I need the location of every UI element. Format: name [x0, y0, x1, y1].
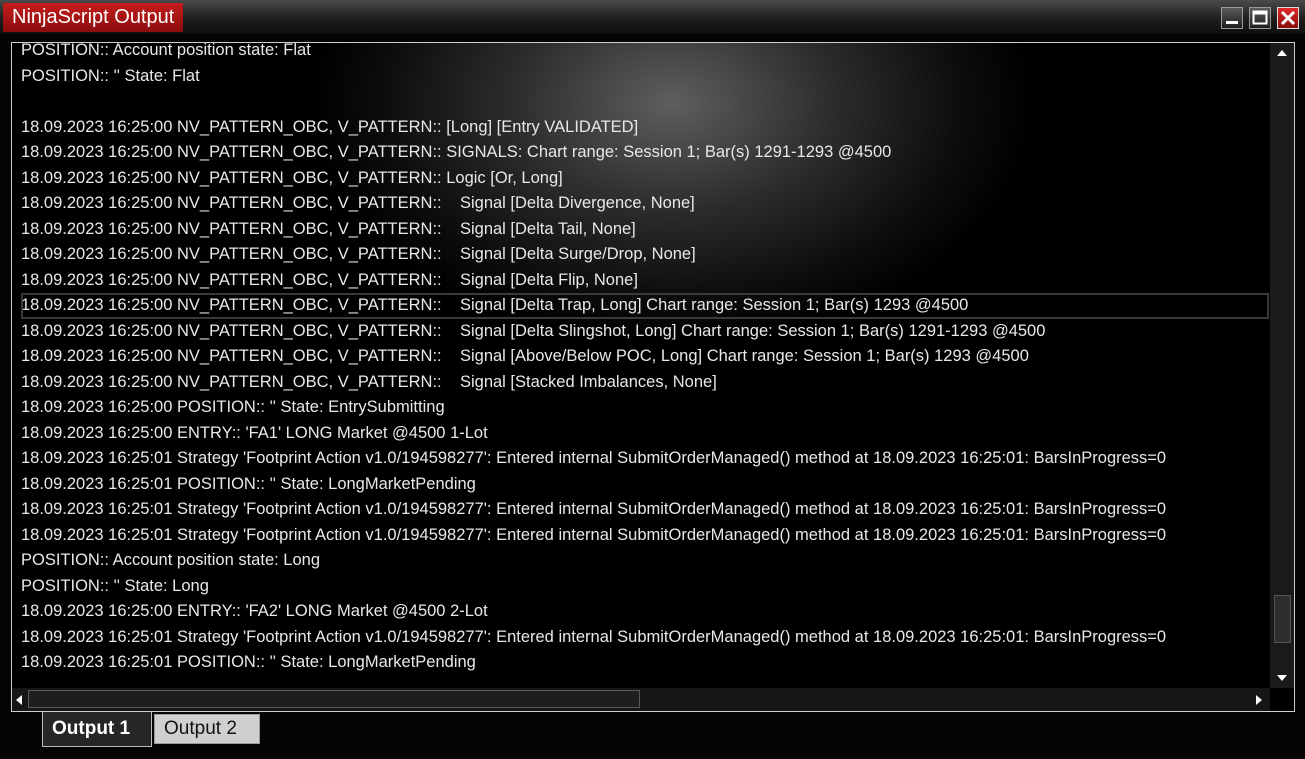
output-line[interactable]: POSITION:: Account position state: Long — [21, 548, 1269, 574]
output-line[interactable]: 18.09.2023 16:25:00 ENTRY:: 'FA1' LONG M… — [21, 421, 1269, 447]
tab-output-1[interactable]: Output 1 — [42, 712, 152, 747]
vertical-scrollbar[interactable] — [1270, 43, 1294, 688]
output-line[interactable]: 18.09.2023 16:25:01 Strategy 'Footprint … — [21, 497, 1269, 523]
output-line[interactable]: POSITION:: '' State: Flat — [21, 64, 1269, 90]
output-line[interactable]: 18.09.2023 16:25:00 NV_PATTERN_OBC, V_PA… — [21, 344, 1269, 370]
output-line[interactable]: 18.09.2023 16:25:01 Strategy 'Footprint … — [21, 446, 1269, 472]
output-line[interactable]: 18.09.2023 16:25:01 POSITION:: '' State:… — [21, 650, 1269, 676]
output-line[interactable]: 18.09.2023 16:25:00 NV_PATTERN_OBC, V_PA… — [21, 293, 1269, 319]
output-panel[interactable]: POSITION:: Account position state: Flat P… — [11, 42, 1295, 712]
output-line[interactable]: 18.09.2023 16:25:00 NV_PATTERN_OBC, V_PA… — [21, 319, 1269, 345]
close-icon — [1280, 10, 1296, 26]
scroll-right-icon[interactable] — [1256, 695, 1262, 705]
scroll-left-icon[interactable] — [16, 695, 22, 705]
output-line[interactable]: 18.09.2023 16:25:01 Strategy 'Footprint … — [21, 625, 1269, 651]
output-line[interactable]: POSITION:: Account position state: Flat — [21, 43, 1269, 64]
minimize-icon — [1226, 21, 1238, 24]
output-line[interactable]: 18.09.2023 16:25:00 ENTRY:: 'FA2' LONG M… — [21, 599, 1269, 625]
tab-output-2[interactable]: Output 2 — [154, 714, 260, 744]
output-line[interactable]: 18.09.2023 16:25:00 NV_PATTERN_OBC, V_PA… — [21, 115, 1269, 141]
output-line[interactable]: 18.09.2023 16:25:01 POSITION:: '' State:… — [21, 472, 1269, 498]
output-line[interactable]: 18.09.2023 16:25:00 NV_PATTERN_OBC, V_PA… — [21, 217, 1269, 243]
maximize-button[interactable] — [1249, 7, 1271, 29]
output-text-area[interactable]: POSITION:: Account position state: Flat P… — [21, 43, 1269, 678]
output-line[interactable]: 18.09.2023 16:25:00 NV_PATTERN_OBC, V_PA… — [21, 268, 1269, 294]
output-line[interactable]: 18.09.2023 16:25:00 NV_PATTERN_OBC, V_PA… — [21, 191, 1269, 217]
scroll-down-icon[interactable] — [1277, 675, 1287, 681]
title-bar[interactable]: NinjaScript Output — [0, 0, 1305, 34]
horizontal-scroll-thumb[interactable] — [28, 690, 640, 708]
output-line[interactable]: 18.09.2023 16:25:00 NV_PATTERN_OBC, V_PA… — [21, 166, 1269, 192]
output-line[interactable]: POSITION:: '' State: Long — [21, 574, 1269, 600]
output-line[interactable]: 18.09.2023 16:25:00 NV_PATTERN_OBC, V_PA… — [21, 370, 1269, 396]
maximize-icon — [1252, 10, 1268, 25]
output-line[interactable] — [21, 89, 1269, 115]
output-line[interactable]: 18.09.2023 16:25:00 POSITION:: '' State:… — [21, 395, 1269, 421]
horizontal-scrollbar[interactable] — [12, 688, 1270, 711]
output-line[interactable]: 18.09.2023 16:25:01 Strategy 'Footprint … — [21, 523, 1269, 549]
output-line[interactable]: 18.09.2023 16:25:00 NV_PATTERN_OBC, V_PA… — [21, 242, 1269, 268]
scroll-up-icon[interactable] — [1277, 50, 1287, 56]
minimize-button[interactable] — [1221, 7, 1243, 29]
ninjascript-output-window: NinjaScript Output POSITION:: Account po… — [0, 0, 1305, 759]
close-button[interactable] — [1277, 7, 1299, 29]
vertical-scroll-thumb[interactable] — [1274, 595, 1291, 643]
window-title: NinjaScript Output — [3, 3, 184, 32]
output-line[interactable]: 18.09.2023 16:25:00 NV_PATTERN_OBC, V_PA… — [21, 140, 1269, 166]
